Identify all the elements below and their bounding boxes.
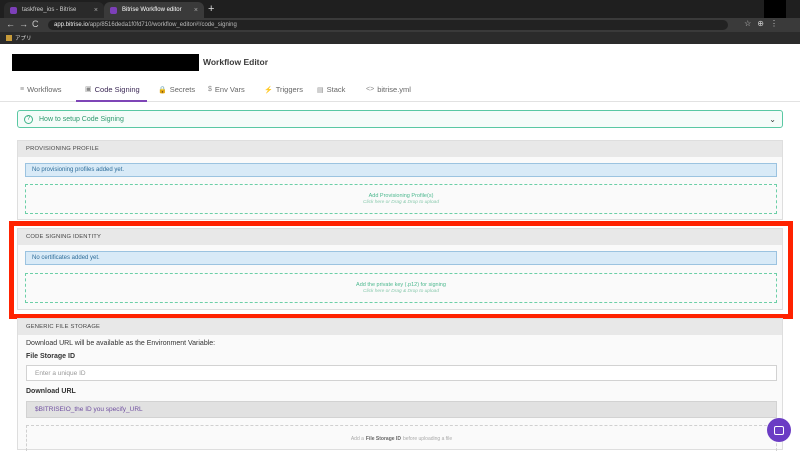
download-url-label: Download URL xyxy=(26,388,76,395)
help-icon: ? xyxy=(24,114,33,124)
file-upload-dropzone[interactable]: Add a File Storage ID before uploading a… xyxy=(26,425,777,451)
download-url-field: $BITRISEIO_the ID you specify_URL xyxy=(26,401,777,418)
tab-bitrise-yml[interactable]: <> bitrise.yml xyxy=(366,78,411,101)
provisioning-empty-notice: No provisioning profiles added yet. xyxy=(25,163,777,177)
tab-env-vars[interactable]: $ Env Vars xyxy=(208,78,245,101)
provisioning-upload-dropzone[interactable]: Add Provisioning Profile(s) Click here o… xyxy=(25,184,777,214)
bitrise-favicon-icon xyxy=(110,6,117,14)
section-heading: GENERIC FILE STORAGE xyxy=(18,319,782,335)
dropzone-hint: Click here or Drag & Drop to upload xyxy=(363,200,439,205)
dollar-icon: $ xyxy=(208,86,212,93)
url-path: /app/8516deda1f0fd710/workflow_editor#!/… xyxy=(88,22,237,28)
dropzone-bold: File Storage ID xyxy=(365,435,401,442)
workflow-icon: ≡ xyxy=(20,86,25,93)
browser-tab-bar: taskfree_ios - Bitrise × Bitrise Workflo… xyxy=(0,0,800,18)
stack-icon: ▤ xyxy=(317,86,324,94)
back-icon[interactable]: ← xyxy=(6,19,15,29)
tab-secrets[interactable]: 🔒 Secrets xyxy=(158,78,195,101)
dropzone-title: Add Provisioning Profile(s) xyxy=(368,193,434,199)
bolt-icon: ⚡ xyxy=(264,86,273,94)
tab-title: taskfree_ios - Bitrise xyxy=(22,7,77,13)
chat-bubble-icon xyxy=(774,425,784,435)
chevron-down-icon: ⌄ xyxy=(769,114,776,124)
forward-icon[interactable]: → xyxy=(19,19,28,29)
certificate-icon: ▣ xyxy=(85,86,92,93)
tab-triggers[interactable]: ⚡ Triggers xyxy=(264,78,303,101)
tab-title: Bitrise Workflow editor xyxy=(122,7,182,13)
code-icon: <> xyxy=(366,86,375,93)
browser-tab-workflow-editor[interactable]: Bitrise Workflow editor × xyxy=(104,2,204,18)
file-storage-id-label: File Storage ID xyxy=(26,353,76,360)
new-tab-button[interactable]: + xyxy=(208,3,214,15)
provisioning-profile-section: PROVISIONING PROFILE No provisioning pro… xyxy=(17,140,783,220)
howto-label: How to setup Code Signing xyxy=(39,115,124,123)
tab-workflows[interactable]: ≡ Workflows xyxy=(20,78,62,101)
address-bar-row: ← → C app.bitrise.io/app/8516deda1f0fd71… xyxy=(0,18,800,32)
file-storage-id-input[interactable]: Enter a unique ID xyxy=(26,365,777,381)
browser-tab-taskfree[interactable]: taskfree_ios - Bitrise × xyxy=(4,2,104,18)
bookmark-apps[interactable]: アプリ xyxy=(15,34,32,42)
lock-icon: 🔒 xyxy=(158,86,167,94)
close-tab-icon[interactable]: × xyxy=(194,7,198,14)
dropzone-suffix: before uploading a file xyxy=(402,435,453,442)
reload-icon[interactable]: C xyxy=(32,19,39,29)
dropzone-prefix: Add a xyxy=(350,435,364,442)
generic-file-storage-section: GENERIC FILE STORAGE Download URL will b… xyxy=(17,318,783,451)
page-title: Workflow Editor xyxy=(203,57,269,67)
tab-code-signing[interactable]: ▣ Code Signing xyxy=(76,78,147,102)
editor-tabs: ≡ Workflows ▣ Code Signing 🔒 Secrets $ Env V… xyxy=(0,78,800,102)
highlight-annotation-box xyxy=(9,221,793,319)
close-tab-icon[interactable]: × xyxy=(94,7,98,14)
redacted-app-name xyxy=(12,54,199,71)
url-host: app.bitrise.io xyxy=(54,22,89,28)
code-signing-howto-toggle[interactable]: ? How to setup Code Signing ⌄ xyxy=(17,110,783,128)
bitrise-favicon-icon xyxy=(10,6,17,14)
section-heading: PROVISIONING PROFILE xyxy=(18,141,782,157)
bookmarks-bar: アプリ xyxy=(0,32,800,44)
browser-extension-icons[interactable]: ☆⊕⋮ xyxy=(744,19,784,28)
redacted-profile xyxy=(764,0,786,18)
url-input[interactable]: app.bitrise.io/app/8516deda1f0fd710/work… xyxy=(48,20,728,30)
tab-stack[interactable]: ▤ Stack xyxy=(317,78,345,101)
file-storage-description: Download URL will be available as the En… xyxy=(26,340,216,347)
chat-support-button[interactable] xyxy=(767,418,791,442)
apps-grid-icon xyxy=(6,35,12,41)
